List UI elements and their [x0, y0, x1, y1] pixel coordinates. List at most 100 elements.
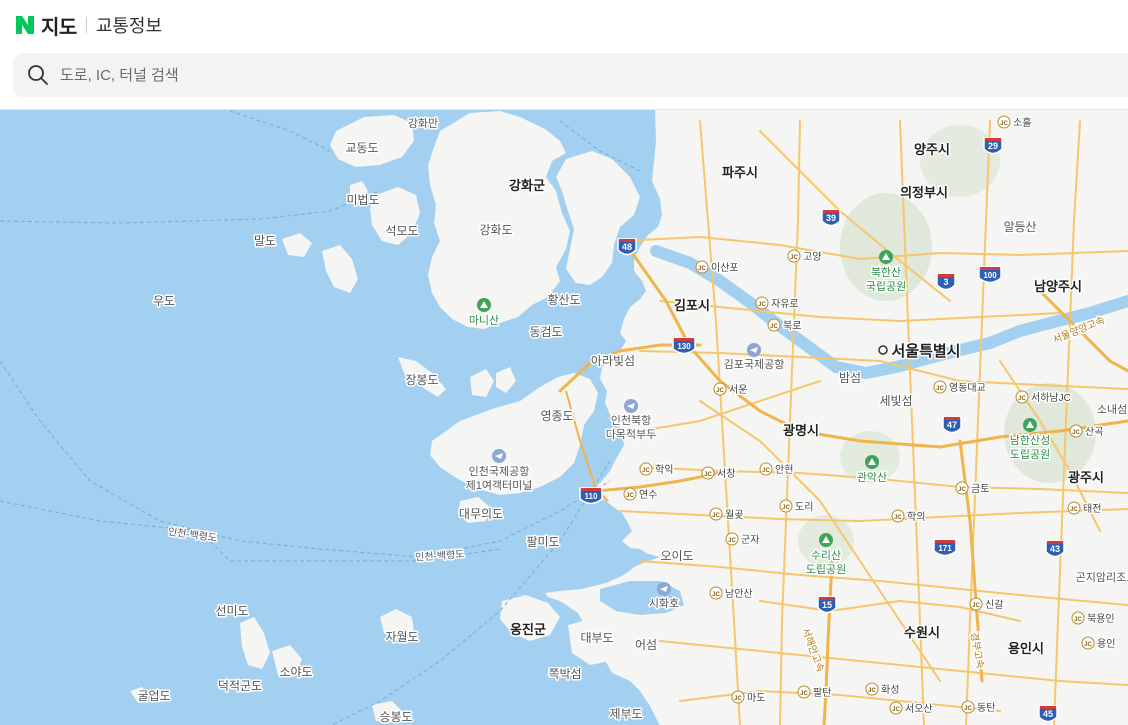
junction-badge: JC	[892, 707, 900, 713]
junction-badge: JC	[1000, 121, 1008, 127]
park-bukhansan: 북한산	[871, 266, 901, 279]
junction-singal: 신갈	[985, 598, 1003, 611]
junction-badge: JC	[770, 324, 778, 330]
place-gwangmyeong-si: 광명시	[783, 423, 819, 438]
highway-number: 47	[947, 420, 957, 430]
poi-incheon-port: 인천북항	[611, 413, 651, 427]
place-jawol-do: 자월도	[385, 630, 418, 644]
header-divider	[85, 17, 87, 33]
place-paju-si: 파주시	[722, 165, 758, 180]
junction-anhyeon: 안현	[775, 464, 793, 476]
place-dongeom-do: 동검도	[529, 325, 562, 339]
park-gwanaksan: 관악산	[857, 471, 887, 484]
park-manisan: 마니산	[469, 314, 499, 327]
junction-seochang: 서창	[717, 468, 735, 480]
highway-number: 48	[622, 242, 632, 252]
highway-number: 171	[938, 544, 952, 553]
search-bar	[13, 53, 1128, 97]
park-namhansanseong: 남한산성	[1010, 434, 1050, 447]
naver-map-logo[interactable]: 지도	[15, 11, 77, 40]
highway-number: 100	[983, 271, 997, 280]
app-header: 지도 교통정보	[0, 0, 1128, 50]
junction-bugyongin: 북용인	[1087, 613, 1115, 625]
place-mal-do: 말도	[254, 234, 276, 248]
junction-yeongdong: 영동대교	[949, 382, 986, 394]
junction-dori: 도리	[795, 501, 813, 513]
junction-badge: JC	[1018, 396, 1026, 402]
map-view[interactable]: 강화만 교동도 강화군 미법도 석모도 강화도 말도 우도 황산도 동검도 아라빛섬 장봉도 영종도 대무…	[0, 109, 1128, 725]
junction-badge: JC	[964, 706, 972, 712]
junction-badge: JC	[800, 691, 808, 697]
park-surisan: 수리산	[811, 549, 841, 562]
junction-yeonsu: 연수	[639, 489, 657, 501]
shield-band	[674, 338, 694, 341]
place-gimpo-si: 김포시	[674, 298, 710, 313]
junction-badge: JC	[1072, 430, 1080, 436]
junction-badge: JC	[626, 493, 634, 499]
junction-badge: JC	[894, 515, 902, 521]
place-palmi-do: 팔미도	[526, 535, 559, 549]
junction-badge: JC	[972, 603, 980, 609]
park-namhansanseong: 도립공원	[1010, 448, 1050, 461]
junction-hakui: 학의	[907, 511, 925, 523]
place-deokjeok-gundo: 덕적군도	[218, 679, 262, 693]
junction-bukro: 북로	[783, 320, 801, 332]
junction-badge: JC	[1074, 617, 1082, 623]
junction-paltan: 팔탄	[813, 687, 831, 699]
highway-number: 130	[677, 342, 691, 351]
place-gonjiam: 곤지암리조트	[1076, 571, 1128, 584]
place-bamseom: 밤섬	[839, 371, 861, 385]
junction-badge: JC	[716, 388, 724, 394]
junction-yongin-jc: 용인	[1097, 638, 1115, 650]
place-aldeungsan: 알등산	[1003, 220, 1036, 234]
place-seonmi-do: 선미도	[215, 604, 248, 618]
map-canvas[interactable]: 강화만교동도강화군미법도석모도 강화도말도우도 황산도동검도아라빛섬장봉도영종도대무…	[0, 110, 1128, 725]
highway-number: 15	[822, 600, 832, 610]
junction-badge: JC	[868, 688, 876, 694]
place-gwangju-si: 광주시	[1068, 470, 1104, 485]
poi-sihwaho: 시화호	[649, 597, 679, 610]
place-jebu-do: 제부도	[609, 707, 642, 721]
junction-geumto: 금토	[971, 483, 989, 495]
junction-badge: JC	[1084, 642, 1092, 648]
page-title[interactable]: 교통정보	[96, 12, 162, 38]
junction-isanpo: 이산포	[711, 262, 739, 274]
junction-dongtan: 동탄	[977, 702, 995, 714]
naver-n-icon	[15, 15, 35, 35]
poi-incheon-port: 다목적부두	[606, 428, 657, 441]
place-gyodong-do: 교동도	[345, 141, 378, 155]
search-icon[interactable]	[27, 64, 49, 86]
place-sebitseom: 세빛섬	[879, 394, 912, 408]
place-hwangsan-do: 황산도	[547, 293, 580, 307]
junction-badge: JC	[790, 255, 798, 261]
place-yeongjong-do: 영종도	[540, 409, 573, 423]
junction-hwaseong: 화성	[881, 684, 899, 696]
junction-badge: JC	[782, 505, 790, 511]
place-jjokbak-seom: 쪽박섬	[548, 667, 581, 681]
place-ganghwa-gun: 강화군	[509, 178, 545, 193]
poi-gimpo-airport: 김포국제공항	[724, 358, 785, 371]
junction-seohanam: 서하남JC	[1031, 391, 1071, 404]
junction-jayuro: 자유로	[771, 298, 799, 310]
search-input[interactable]	[58, 65, 662, 85]
place-seungbong-do: 승봉도	[379, 710, 412, 724]
place-seoul: 서울특별시	[891, 342, 960, 360]
highway-number: 43	[1050, 544, 1060, 554]
place-soya-do: 소야도	[279, 665, 312, 679]
junction-badge: JC	[712, 513, 720, 519]
place-daemuui-do: 대무의도	[459, 507, 503, 521]
junction-badge: JC	[712, 592, 720, 598]
park-bukhansan: 국립공원	[866, 280, 906, 293]
place-yongin-si: 용인시	[1008, 641, 1044, 656]
shield-band	[581, 488, 601, 491]
junction-sohol: 소흘	[1013, 116, 1031, 129]
place-jangbong-do: 장봉도	[405, 373, 438, 387]
junction-taejeon: 태전	[1083, 503, 1101, 515]
junction-sanguk: 산곡	[1085, 426, 1103, 438]
poi-incheon-airport: 인천국제공항	[469, 464, 530, 478]
junction-badge: JC	[762, 468, 770, 474]
place-ara-bitseom: 아라빛섬	[591, 354, 635, 368]
place-soraebong: 소내섬	[1097, 403, 1127, 416]
place-gangwha-man: 강화만	[408, 117, 438, 130]
junction-badge: JC	[1070, 507, 1078, 513]
